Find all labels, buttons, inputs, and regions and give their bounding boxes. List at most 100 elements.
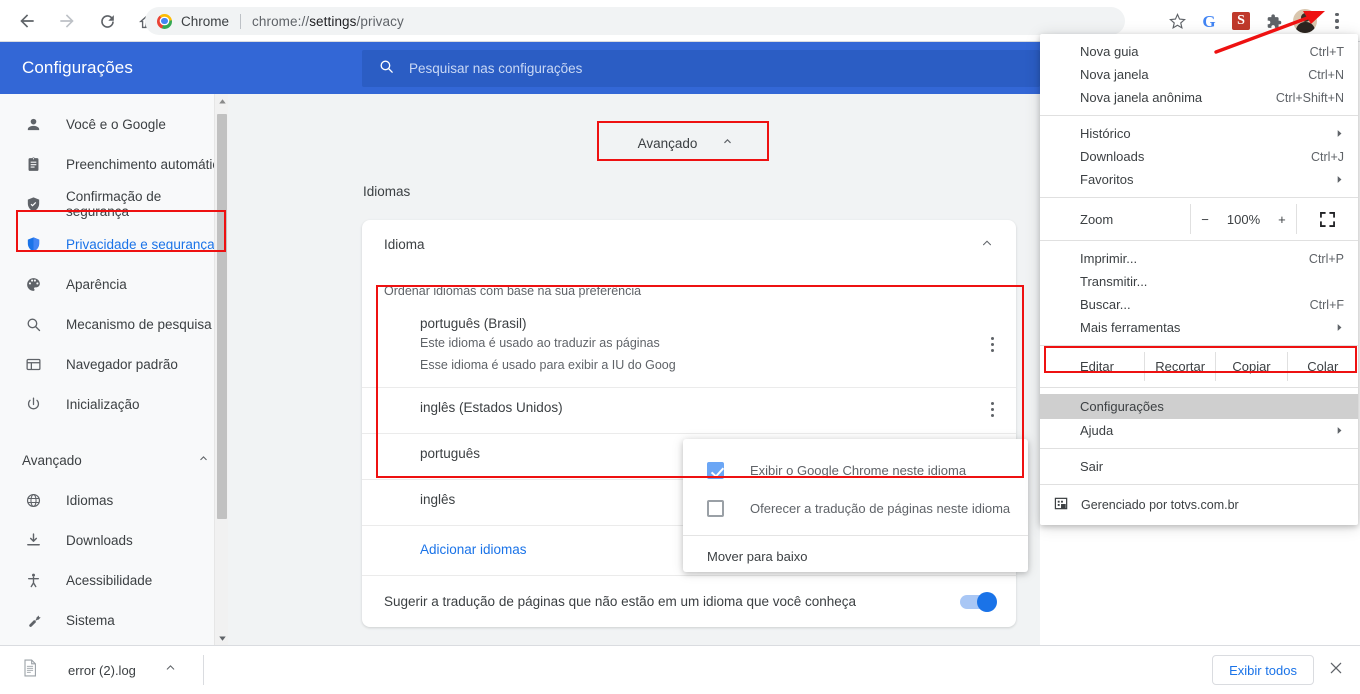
- sidebar-item-startup[interactable]: Inicialização: [0, 384, 228, 424]
- scroll-up-arrow-icon[interactable]: [215, 94, 229, 108]
- zoom-out-button[interactable]: −: [1201, 212, 1209, 227]
- language-row[interactable]: português (Brasil) Este idioma é usado a…: [362, 304, 1016, 387]
- menu-item-cast[interactable]: Transmitir...: [1040, 270, 1358, 293]
- sidebar-item-label: Aparência: [66, 276, 127, 292]
- menu-item-label: Nova janela anônima: [1080, 90, 1203, 105]
- sidebar-item-system[interactable]: Sistema: [0, 600, 228, 640]
- submenu-arrow-icon: [1335, 126, 1344, 141]
- file-icon: [20, 658, 40, 683]
- forward-button[interactable]: [50, 4, 84, 38]
- menu-copy-button[interactable]: Copiar: [1215, 352, 1286, 381]
- language-desc-2: Esse idioma é usado para exibir a IU do …: [420, 358, 676, 372]
- chrome-menu-button[interactable]: [1322, 6, 1352, 36]
- popup-option-offer-translation[interactable]: Oferecer a tradução de páginas neste idi…: [683, 489, 1028, 527]
- menu-item-label: Nova janela: [1080, 67, 1149, 82]
- menu-item-more-tools[interactable]: Mais ferramentas: [1040, 316, 1358, 339]
- menu-item-print[interactable]: Imprimir... Ctrl+P: [1040, 247, 1358, 270]
- language-row[interactable]: inglês (Estados Unidos): [362, 387, 1016, 433]
- suggest-translation-toggle[interactable]: [960, 591, 997, 612]
- omnibox-url: chrome://settings/privacy: [252, 14, 404, 29]
- sidebar-item-default-browser[interactable]: Navegador padrão: [0, 344, 228, 384]
- menu-item-label: Configurações: [1080, 399, 1164, 414]
- sidebar-item-label: Você e o Google: [66, 116, 166, 132]
- menu-zoom-label: Zoom: [1080, 211, 1114, 227]
- power-icon: [22, 393, 44, 415]
- language-options-popup: Exibir o Google Chrome neste idioma Ofer…: [683, 439, 1028, 572]
- scroll-down-arrow-icon[interactable]: [215, 631, 229, 645]
- sidebar-item-accessibility[interactable]: Acessibilidade: [0, 560, 228, 600]
- back-button[interactable]: [10, 4, 44, 38]
- profile-avatar[interactable]: [1290, 6, 1320, 36]
- sidebar-item-label: Acessibilidade: [66, 572, 153, 588]
- sidebar-group-advanced[interactable]: Avançado: [0, 440, 228, 480]
- reload-button[interactable]: [90, 4, 124, 38]
- sidebar-item-appearance[interactable]: Aparência: [0, 264, 228, 304]
- menu-item-bookmarks[interactable]: Favoritos: [1040, 168, 1358, 191]
- menu-divider: [1040, 448, 1358, 449]
- menu-item-accelerator: Ctrl+F: [1309, 297, 1344, 312]
- search-icon: [378, 58, 395, 80]
- menu-item-exit[interactable]: Sair: [1040, 455, 1358, 478]
- menu-item-help[interactable]: Ajuda: [1040, 419, 1358, 442]
- menu-paste-button[interactable]: Colar: [1286, 352, 1358, 381]
- checkbox-unchecked-icon[interactable]: [707, 499, 724, 517]
- language-row-menu-button[interactable]: [990, 336, 994, 353]
- submenu-arrow-icon: [1335, 423, 1344, 438]
- chevron-up-icon: [197, 452, 210, 468]
- settings-search-box[interactable]: [362, 50, 1040, 87]
- popup-move-down-action[interactable]: Mover para baixo: [683, 536, 1028, 576]
- download-item[interactable]: error (2).log: [20, 658, 177, 683]
- menu-item-find[interactable]: Buscar... Ctrl+F: [1040, 293, 1358, 316]
- address-bar[interactable]: Chrome chrome://settings/privacy: [145, 7, 1125, 35]
- menu-item-label: Downloads: [1080, 149, 1145, 164]
- page-title: Configurações: [22, 58, 133, 77]
- menu-item-new-incognito-window[interactable]: Nova janela anônima Ctrl+Shift+N: [1040, 86, 1358, 109]
- settings-sidebar: Você e o Google Preenchimento automático…: [0, 94, 228, 645]
- menu-managed-notice: Gerenciado por totvs.com.br: [1040, 491, 1358, 519]
- menu-item-accelerator: Ctrl+Shift+N: [1275, 90, 1344, 105]
- language-desc-1: Este idioma é usado ao traduzir as págin…: [420, 336, 660, 350]
- url-bold: settings: [309, 13, 357, 29]
- bookmark-star-icon[interactable]: [1162, 6, 1192, 36]
- sidebar-item-downloads[interactable]: Downloads: [0, 520, 228, 560]
- menu-item-new-tab[interactable]: Nova guia Ctrl+T: [1040, 40, 1358, 63]
- menu-item-downloads[interactable]: Downloads Ctrl+J: [1040, 145, 1358, 168]
- show-all-downloads-button[interactable]: Exibir todos: [1212, 655, 1314, 685]
- checkbox-checked-icon[interactable]: [707, 461, 724, 479]
- language-card-header[interactable]: Idioma: [362, 220, 1016, 268]
- popup-option-display-chrome[interactable]: Exibir o Google Chrome neste idioma: [683, 451, 1028, 489]
- sidebar-item-safety-check[interactable]: Confirmação de segurança: [0, 184, 228, 224]
- sidebar-item-you-and-google[interactable]: Você e o Google: [0, 104, 228, 144]
- chrome-app-menu: Nova guia Ctrl+T Nova janela Ctrl+N Nova…: [1040, 34, 1358, 525]
- sidebar-scrollbar[interactable]: [214, 94, 228, 645]
- download-menu-chevron-icon[interactable]: [164, 661, 177, 679]
- search-input[interactable]: [409, 61, 969, 76]
- zoom-in-button[interactable]: +: [1278, 212, 1286, 227]
- menu-item-history[interactable]: Histórico: [1040, 122, 1358, 145]
- menu-item-new-window[interactable]: Nova janela Ctrl+N: [1040, 63, 1358, 86]
- menu-item-label: Histórico: [1080, 126, 1131, 141]
- sidebar-item-autofill[interactable]: Preenchimento automático: [0, 144, 228, 184]
- fullscreen-button[interactable]: [1296, 204, 1358, 234]
- extensions-puzzle-icon[interactable]: [1258, 6, 1288, 36]
- sidebar-item-search-engine[interactable]: Mecanismo de pesquisa: [0, 304, 228, 344]
- sidebar-item-privacy-security[interactable]: Privacidade e segurança: [0, 224, 228, 264]
- google-icon[interactable]: G: [1194, 6, 1224, 36]
- globe-icon: [22, 489, 44, 511]
- language-row-menu-button[interactable]: [990, 401, 994, 418]
- suggest-translation-row[interactable]: Sugerir a tradução de páginas que não es…: [362, 575, 1016, 627]
- menu-cut-button[interactable]: Recortar: [1144, 352, 1215, 381]
- sidebar-item-label: Idiomas: [66, 492, 114, 508]
- language-name: português (Brasil): [420, 316, 527, 331]
- sidebar-item-languages[interactable]: Idiomas: [0, 480, 228, 520]
- chevron-up-icon[interactable]: [980, 236, 994, 253]
- menu-item-settings[interactable]: Configurações: [1040, 394, 1358, 419]
- advanced-toggle-button[interactable]: Avançado: [597, 122, 775, 164]
- sidebar-item-label: Preenchimento automático: [66, 156, 227, 172]
- sidebar-scrollbar-thumb[interactable]: [217, 114, 227, 519]
- menu-item-label: Sair: [1080, 459, 1104, 474]
- grammarly-extension-icon[interactable]: S: [1226, 6, 1256, 36]
- menu-edit-label: Editar: [1080, 359, 1114, 374]
- sidebar-group-label: Avançado: [22, 452, 82, 468]
- close-downloads-bar-button[interactable]: [1328, 660, 1344, 681]
